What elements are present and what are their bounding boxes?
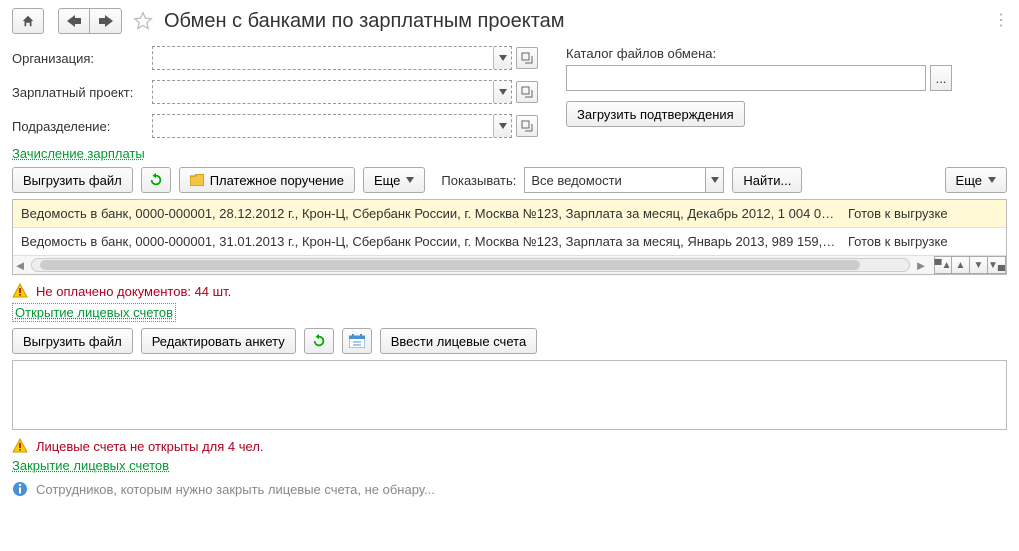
table-row[interactable]: Ведомость в банк, 0000-000001, 31.01.201…	[13, 228, 1006, 256]
export-file-button-2[interactable]: Выгрузить файл	[12, 328, 133, 354]
section-close-accounts-link[interactable]: Закрытие лицевых счетов	[12, 458, 169, 473]
statements-table: Ведомость в банк, 0000-000001, 28.12.201…	[12, 199, 1007, 275]
scroll-right-icon[interactable]: ►	[914, 258, 928, 273]
dept-combo[interactable]	[152, 114, 512, 138]
row-status: Готов к выгрузке	[848, 234, 998, 249]
export-file-button[interactable]: Выгрузить файл	[12, 167, 133, 193]
table-row[interactable]: Ведомость в банк, 0000-000001, 28.12.201…	[13, 200, 1006, 228]
dept-label: Подразделение:	[12, 119, 152, 134]
org-combo[interactable]	[152, 46, 512, 70]
project-open-button[interactable]	[516, 81, 538, 103]
find-button[interactable]: Найти...	[732, 167, 802, 193]
enter-accounts-button[interactable]: Ввести лицевые счета	[380, 328, 537, 354]
chevron-down-icon	[406, 177, 414, 183]
catalog-browse-button[interactable]: ...	[930, 65, 952, 91]
project-combo[interactable]	[152, 80, 512, 104]
nav-down-icon[interactable]: ▼	[970, 256, 988, 274]
org-label: Организация:	[12, 51, 152, 66]
header: Обмен с банками по зарплатным проектам	[12, 8, 1007, 34]
dept-open-button[interactable]	[516, 115, 538, 137]
org-input[interactable]	[153, 47, 493, 69]
project-label: Зарплатный проект:	[12, 85, 152, 100]
page-title: Обмен с банками по зарплатным проектам	[164, 10, 565, 33]
org-dropdown-icon[interactable]	[493, 47, 511, 69]
nav-top-icon[interactable]: ▀▲	[934, 256, 952, 274]
catalog-input[interactable]	[566, 65, 926, 91]
show-dropdown-icon[interactable]	[705, 168, 723, 192]
scrollbar: ◄ ► ▀▲ ▲ ▼ ▼▄	[13, 256, 1006, 274]
toolbar-statements: Выгрузить файл Платежное поручение Еще П…	[12, 167, 1007, 193]
refresh-button[interactable]	[141, 167, 171, 193]
project-dropdown-icon[interactable]	[493, 81, 511, 103]
warning-icon	[12, 438, 28, 454]
calendar-icon	[349, 334, 365, 348]
favorite-star-icon[interactable]	[130, 8, 156, 34]
scroll-track[interactable]	[31, 258, 910, 272]
mini-nav: ▀▲ ▲ ▼ ▼▄	[934, 256, 1006, 274]
nav-up-icon[interactable]: ▲	[952, 256, 970, 274]
kebab-menu-icon[interactable]: ⋮	[993, 10, 1009, 30]
refresh-button-2[interactable]	[304, 328, 334, 354]
org-open-button[interactable]	[516, 47, 538, 69]
back-button[interactable]	[58, 8, 90, 34]
home-button[interactable]	[12, 8, 44, 34]
chevron-down-icon	[988, 177, 996, 183]
payment-order-button[interactable]: Платежное поручение	[179, 167, 355, 193]
show-combo-value: Все ведомости	[525, 173, 705, 188]
project-input[interactable]	[153, 81, 493, 103]
row-description: Ведомость в банк, 0000-000001, 31.01.201…	[21, 234, 836, 249]
section-open-accounts-link[interactable]: Открытие лицевых счетов	[12, 303, 176, 322]
more-button-1[interactable]: Еще	[363, 167, 425, 193]
more-button-2[interactable]: Еще	[945, 167, 1007, 193]
edit-form-button[interactable]: Редактировать анкету	[141, 328, 296, 354]
load-confirmations-button[interactable]: Загрузить подтверждения	[566, 101, 745, 127]
show-label: Показывать:	[441, 173, 516, 188]
show-combo[interactable]: Все ведомости	[524, 167, 724, 193]
forward-button[interactable]	[90, 8, 122, 34]
section-enroll-link[interactable]: Зачисление зарплаты	[12, 146, 145, 161]
close-info-text: Сотрудников, которым нужно закрыть лицев…	[36, 482, 435, 497]
dept-input[interactable]	[153, 115, 493, 137]
row-description: Ведомость в банк, 0000-000001, 28.12.201…	[21, 206, 836, 221]
folder-icon	[190, 174, 204, 186]
nav-bottom-icon[interactable]: ▼▄	[988, 256, 1006, 274]
dept-dropdown-icon[interactable]	[493, 115, 511, 137]
toolbar-accounts: Выгрузить файл Редактировать анкету Ввес…	[12, 328, 1007, 354]
scroll-thumb[interactable]	[40, 260, 860, 270]
row-status: Готов к выгрузке	[848, 206, 998, 221]
accounts-panel	[12, 360, 1007, 430]
info-icon	[12, 481, 28, 497]
not-open-warning: Лицевые счета не открыты для 4 чел.	[36, 439, 264, 454]
calendar-button[interactable]	[342, 328, 372, 354]
scroll-left-icon[interactable]: ◄	[13, 258, 27, 273]
catalog-label: Каталог файлов обмена:	[566, 46, 1007, 61]
unpaid-warning: Не оплачено документов: 44 шт.	[36, 284, 231, 299]
warning-icon	[12, 283, 28, 299]
payment-order-label: Платежное поручение	[210, 173, 344, 188]
